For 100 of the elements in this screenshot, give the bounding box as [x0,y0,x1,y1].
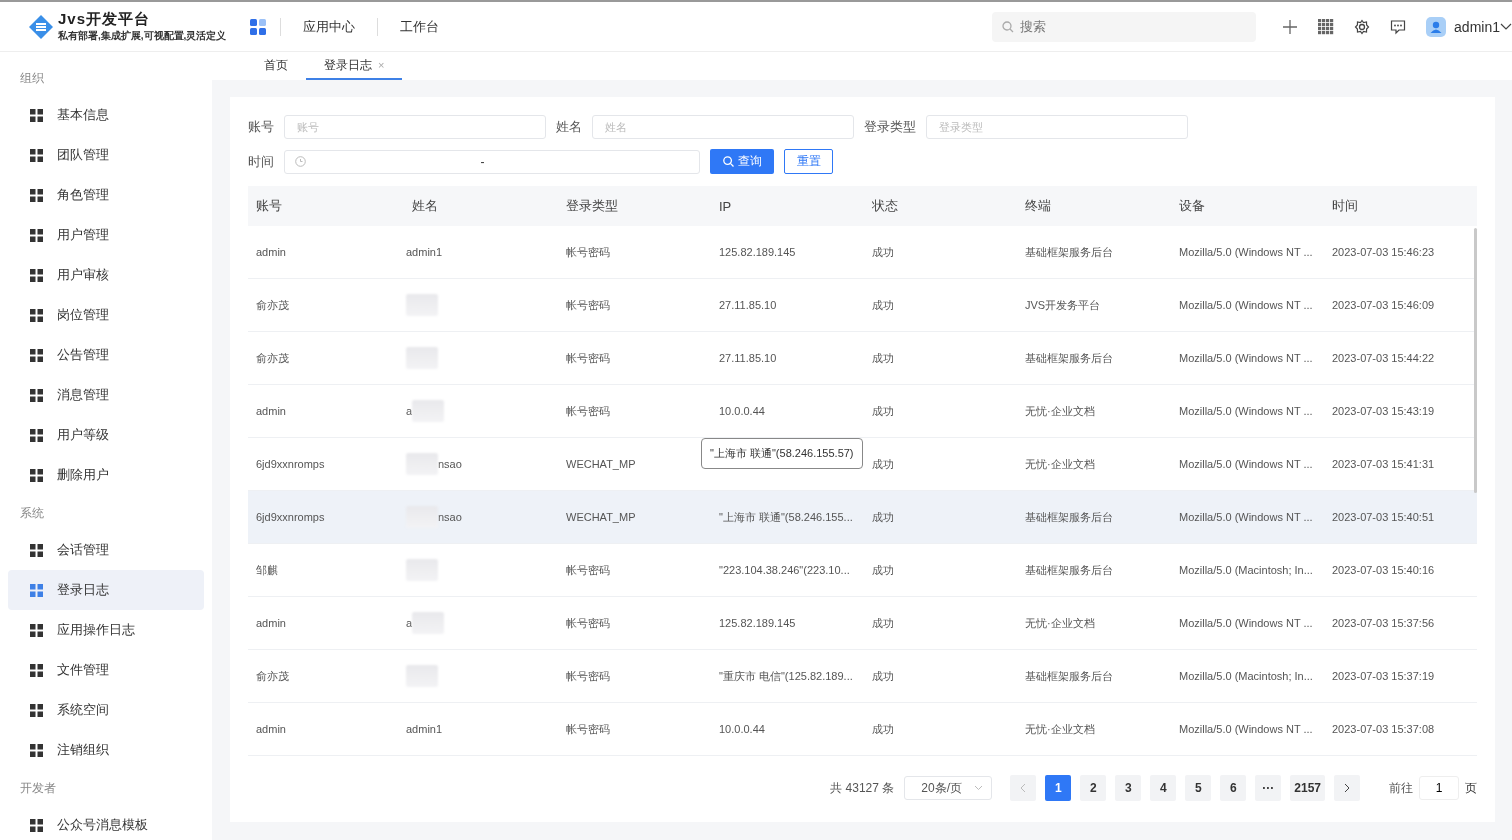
sidebar-item[interactable]: 文件管理 [8,650,204,690]
table-cell-text: 2023-07-03 15:41:31 [1331,458,1436,470]
table-cell-text: 基础框架服务后台 [1024,562,1114,578]
table-cell-text: 成功 [871,562,895,578]
reset-button[interactable]: 重置 [784,149,833,174]
tab[interactable]: 首页 [246,52,306,80]
table-row[interactable]: 邹麒 帐号密码 "223.104.38.246"(223.10... 成功 基础框架服务后台 Mozilla/5.0 (Macintosh; In... 2023-07-03 15:40:16 [248,544,1477,597]
page-button[interactable]: 2 [1080,775,1107,801]
sidebar-item[interactable]: 用户审核 [8,255,204,295]
table-cell-text: 无忧·企业文档 [1024,403,1096,419]
table-cell-text: Mozilla/5.0 (Windows NT ... [1178,405,1314,417]
sidebar-item[interactable]: 登录日志 [8,570,204,610]
table-cell-text: 成功 [871,721,895,737]
table-cell-text: 基础框架服务后台 [1024,244,1114,260]
table-cell-text: 基础框架服务后台 [1024,509,1114,525]
table-cell-text: 2023-07-03 15:43:19 [1331,405,1436,417]
sidebar-item[interactable]: 删除用户 [8,455,204,495]
table-cell-text: admin [255,246,287,258]
sidebar-item[interactable]: 会话管理 [8,530,204,570]
sidebar-item[interactable]: 公众号消息模板 [8,805,204,840]
grid-icon [30,743,43,757]
table-cell-text: 成功 [871,668,895,684]
tab[interactable]: 登录日志 × [306,52,403,80]
table-row[interactable]: 俞亦茂 帐号密码 27.11.85.10 成功 基础框架服务后台 Mozilla/5.0 (Windows NT ... 2023-07-03 15:44:22 [248,332,1477,385]
table-cell: 10.0.0.44 [719,723,765,735]
table-cell-text: 帐号密码 [565,297,611,313]
goto-unit: 页 [1465,779,1477,797]
table-cell-text: 帐号密码 [565,668,611,684]
table-cell-text: Mozilla/5.0 (Macintosh; In... [1178,564,1314,576]
settings-icon[interactable] [1354,18,1371,35]
table-cell-text: 2023-07-03 15:46:09 [1331,299,1436,311]
plus-icon[interactable] [1282,18,1299,35]
table-cell-text: 无忧·企业文档 [1024,721,1096,737]
input-field[interactable]: 登录类型 [926,115,1188,139]
table-row[interactable]: admin admin1 帐号密码 10.0.0.44 成功 无忧·企业文档 Mozilla/5.0 (Windows NT ... 2023-07-03 15:37:08 [248,703,1477,756]
chevron-right-icon [1344,783,1350,793]
table-cell: a [406,405,413,417]
search-button[interactable]: 查询 [710,149,774,174]
table-cell-text: 帐号密码 [565,350,611,366]
sidebar-item[interactable]: 用户等级 [8,415,204,455]
table-cell: 27.11.85.10 [719,352,777,364]
grid-icon [30,148,43,162]
sidebar-item[interactable]: 公告管理 [8,335,204,375]
chevron-left-icon [1020,783,1027,793]
table-row[interactable]: 俞亦茂 帐号密码 "重庆市 电信"(125.82.189... 成功 基础框架服务后台 Mozilla/5.0 (Macintosh; In... 2023-07-03 15:37:19 [248,650,1477,703]
sidebar-item[interactable]: 应用操作日志 [8,610,204,650]
table-cell-text: JVS开发务平台 [1024,297,1102,313]
logo-subtitle: 私有部署,集成扩展,可视配置,灵活定义 [58,29,227,43]
table-cell: nsao [438,458,462,470]
table-cell-text: 成功 [871,244,895,260]
page-button[interactable]: 5 [1185,775,1212,801]
sidebar-item[interactable]: 基本信息 [8,95,204,135]
user-name[interactable]: admin1 [1454,18,1500,35]
page-button[interactable]: ··· [1255,775,1282,801]
table-cell-text: 基础框架服务后台 [1024,350,1114,366]
table-cell-text: admin [255,617,287,629]
sidebar-item[interactable]: 角色管理 [8,175,204,215]
page-button[interactable]: 4 [1150,775,1177,801]
grid-icon [30,428,43,442]
page-button[interactable]: 1 [1045,775,1072,801]
table-cell: "重庆市 电信"(125.82.189... [719,668,853,684]
chat-icon[interactable] [1390,18,1407,35]
nav-link[interactable]: 应用中心 [281,17,377,36]
grid-icon [30,703,43,717]
sidebar-item[interactable]: 团队管理 [8,135,204,175]
scrollbar[interactable] [1474,228,1477,493]
column-header: IP [718,198,733,214]
table-row[interactable]: 6jd9xxnromps nsao WECHAT_MP "上海市 联通"(58.246.155... 成功 基础框架服务后台 Mozilla/5.0 (Windows NT ... 2023-07-03 15:40:51 [248,491,1477,544]
table-cell-text: 帐号密码 [565,562,611,578]
group-label: 开发者 [19,780,57,797]
search-field[interactable]: 搜索 [992,11,1257,42]
sidebar-item[interactable]: 用户管理 [8,215,204,255]
grid-icon [30,623,43,637]
table-cell-text: 2023-07-03 15:46:23 [1331,246,1436,258]
table-row[interactable]: 俞亦茂 帐号密码 27.11.85.10 成功 JVS开发务平台 Mozilla/5.0 (Windows NT ... 2023-07-03 15:46:09 [248,279,1477,332]
date-range-field[interactable]: - [284,149,700,174]
apps-grid-icon[interactable] [1318,18,1335,35]
grid-icon [30,308,43,322]
table-row[interactable]: admin a 帐号密码 125.82.189.145 成功 无忧·企业文档 Mozilla/5.0 (Windows NT ... 2023-07-03 15:37:56 [248,597,1477,650]
page-button[interactable]: 3 [1115,775,1142,801]
sidebar-item[interactable]: 消息管理 [8,375,204,415]
table-cell-text: 成功 [871,297,895,313]
column-header: 登录类型 [565,197,619,215]
sidebar-item[interactable]: 注销组织 [8,730,204,770]
field-label: 时间 [248,152,274,171]
page-button[interactable]: 2157 [1290,775,1325,801]
page-input[interactable]: 1 [1419,776,1459,800]
column-header: 账号 [255,197,283,215]
input-field[interactable]: 姓名 [592,115,854,139]
page-button[interactable]: 6 [1220,775,1247,801]
sidebar-item[interactable]: 系统空间 [8,690,204,730]
field-label: 姓名 [556,118,582,136]
grid-icon [30,663,43,677]
table-cell-text: 俞亦茂 [255,350,290,366]
column-header: 姓名 [411,197,439,215]
nav-link[interactable]: 工作台 [378,17,461,36]
grid-icon [30,268,43,282]
page-size-select[interactable]: 20条/页 [904,776,993,800]
table-cell: 27.11.85.10 [719,299,777,311]
sidebar-item[interactable]: 岗位管理 [8,295,204,335]
